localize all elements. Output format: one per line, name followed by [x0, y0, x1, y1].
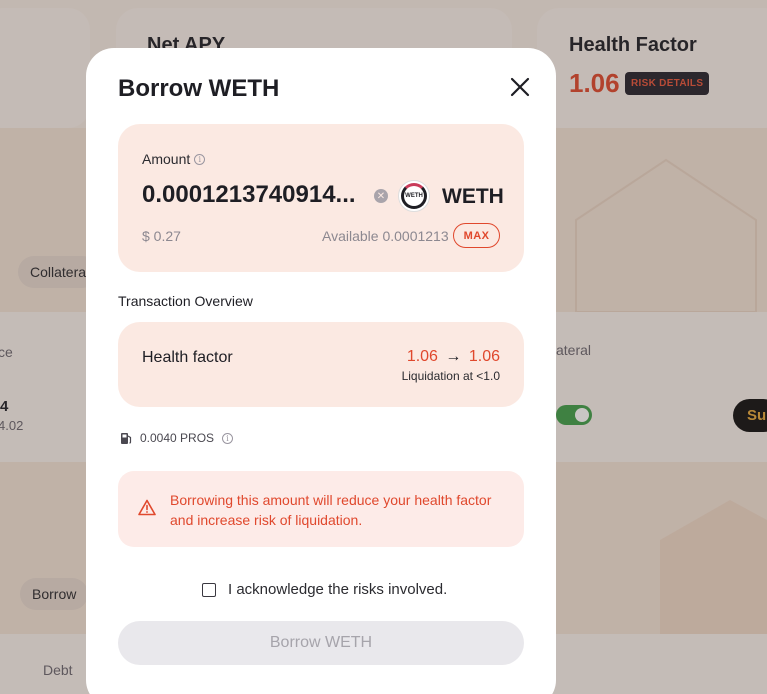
- clear-input-icon[interactable]: ✕: [374, 189, 388, 203]
- amount-label-row: Amount i: [142, 151, 206, 167]
- available-value: 0.0001213: [382, 228, 449, 244]
- risk-warning: Borrowing this amount will reduce your h…: [118, 471, 524, 547]
- acknowledge-label[interactable]: I acknowledge the risks involved.: [228, 581, 447, 598]
- acknowledge-risk-row[interactable]: I acknowledge the risks involved.: [202, 581, 447, 598]
- transaction-overview-label: Transaction Overview: [118, 293, 253, 309]
- health-factor-panel: Health factor 1.06 → 1.06 Liquidation at…: [118, 322, 524, 407]
- gas-estimate: 0.0040 PROS i: [120, 431, 234, 445]
- weth-token-icon-text: WETH: [401, 183, 427, 209]
- arrow-right-icon: →: [445, 348, 462, 365]
- health-factor-change: 1.06 → 1.06: [407, 348, 500, 366]
- borrow-modal: Borrow WETH Amount i ✕ WETH WETH $ 0.27 …: [86, 48, 556, 694]
- info-icon[interactable]: i: [194, 153, 206, 165]
- close-icon[interactable]: [506, 73, 534, 101]
- amount-input[interactable]: [142, 181, 368, 209]
- acknowledge-checkbox[interactable]: [202, 582, 216, 597]
- gas-info-icon[interactable]: i: [222, 432, 234, 444]
- liquidation-threshold: Liquidation at <1.0: [401, 369, 500, 383]
- warning-triangle-icon: [138, 499, 156, 516]
- health-factor-from: 1.06: [406, 348, 438, 365]
- available-label: Available: [322, 228, 379, 244]
- warning-text: Borrowing this amount will reduce your h…: [170, 492, 492, 528]
- max-button[interactable]: MAX: [453, 223, 500, 248]
- amount-panel: Amount i ✕ WETH WETH $ 0.27 Available 0.…: [118, 124, 524, 272]
- borrow-submit-button[interactable]: Borrow WETH: [118, 621, 524, 665]
- modal-title: Borrow WETH: [118, 75, 280, 102]
- token-symbol: WETH: [442, 185, 504, 208]
- health-factor-to: 1.06: [468, 348, 500, 365]
- health-factor-label: Health factor: [142, 349, 233, 366]
- weth-token-icon: WETH: [398, 180, 430, 212]
- available-balance: Available 0.0001213: [322, 228, 449, 244]
- usd-value: $ 0.27: [142, 228, 181, 244]
- gas-pump-icon: [121, 432, 132, 444]
- gas-value: 0.0040 PROS: [140, 431, 215, 445]
- amount-label: Amount: [142, 151, 191, 167]
